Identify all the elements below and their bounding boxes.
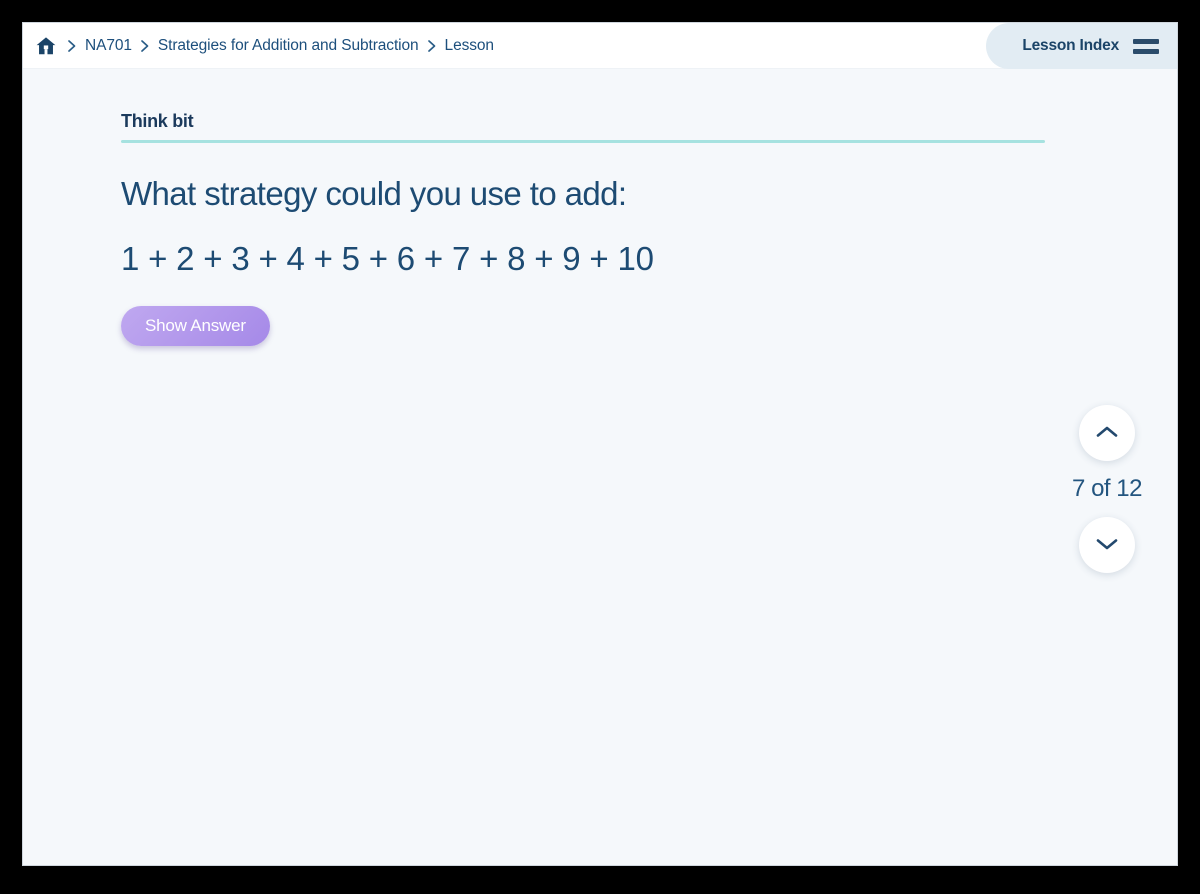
hamburger-icon[interactable]	[1133, 38, 1159, 54]
breadcrumb-item-lesson[interactable]: Lesson	[443, 37, 496, 55]
breadcrumb: NA701 Strategies for Addition and Subtra…	[23, 33, 496, 59]
math-expression: 1 + 2 + 3 + 4 + 5 + 6 + 7 + 8 + 9 + 10	[121, 240, 654, 278]
section-divider	[121, 140, 1045, 143]
lesson-content-area: Think bit What strategy could you use to…	[23, 69, 1177, 865]
home-icon[interactable]	[33, 33, 59, 59]
breadcrumb-item-topic[interactable]: Strategies for Addition and Subtraction	[156, 37, 421, 55]
breadcrumb-separator-1	[61, 35, 83, 57]
show-answer-button[interactable]: Show Answer	[121, 305, 270, 346]
page-navigation: 7 of 12	[1055, 405, 1159, 573]
hamburger-bar-1	[1133, 38, 1159, 44]
previous-page-button[interactable]	[1079, 405, 1135, 461]
section-title: Think bit	[121, 111, 194, 131]
top-navigation-bar: NA701 Strategies for Addition and Subtra…	[23, 23, 1177, 69]
breadcrumb-separator-2	[134, 35, 156, 57]
breadcrumb-separator-3	[421, 35, 443, 57]
lesson-index-button[interactable]: Lesson Index	[986, 23, 1177, 69]
next-page-button[interactable]	[1079, 517, 1135, 573]
breadcrumb-item-course[interactable]: NA701	[83, 37, 134, 55]
section-header: Think bit	[121, 111, 1047, 143]
lesson-index-label: Lesson Index	[1022, 37, 1119, 54]
application-window: NA701 Strategies for Addition and Subtra…	[22, 22, 1178, 866]
hamburger-bar-2	[1133, 48, 1159, 54]
chevron-up-icon	[1094, 424, 1120, 443]
chevron-down-icon	[1094, 536, 1120, 555]
page-counter: 7 of 12	[1072, 475, 1142, 502]
question-prompt: What strategy could you use to add:	[121, 175, 627, 212]
lesson-body: Think bit What strategy could you use to…	[121, 111, 1047, 346]
